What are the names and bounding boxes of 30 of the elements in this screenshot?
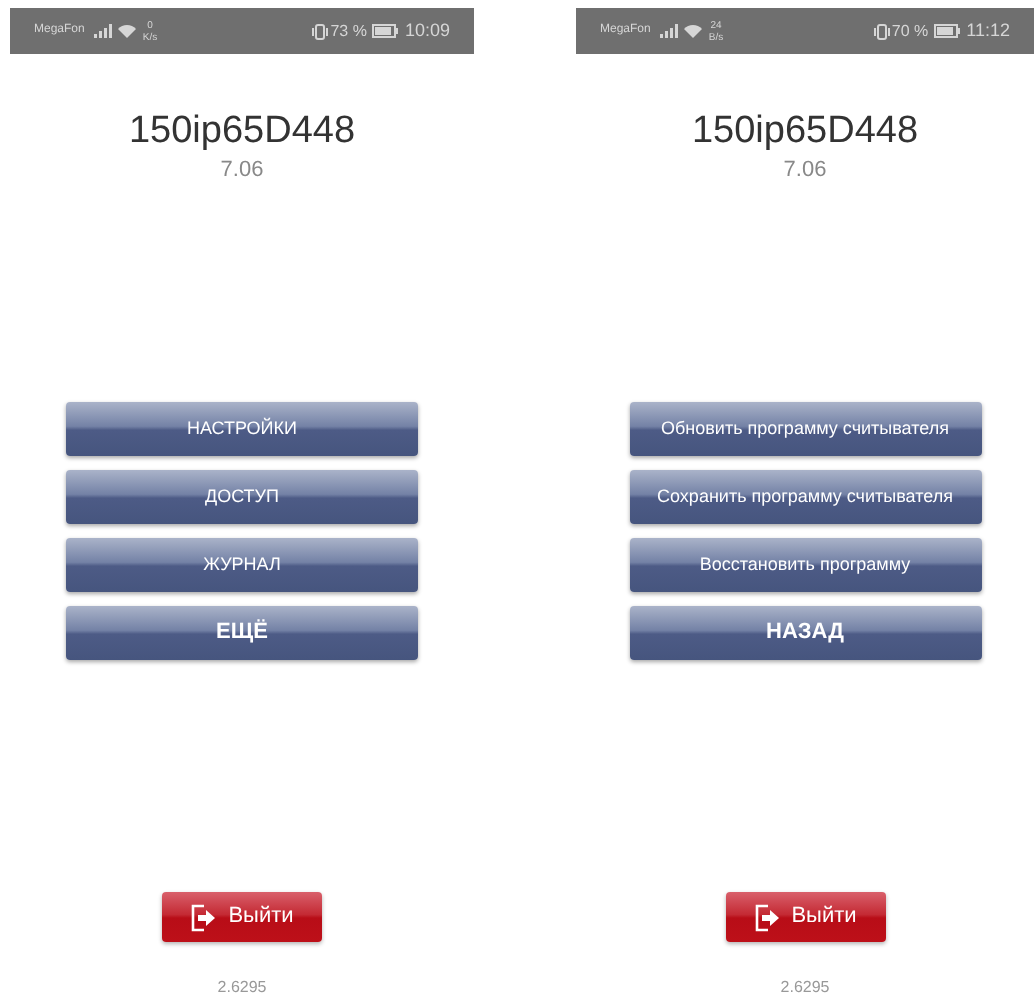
firmware-version: 7.06	[220, 156, 264, 184]
exit-door-icon	[753, 903, 780, 931]
signal-icon	[94, 24, 113, 38]
menu-button[interactable]: ЕЩЁ	[66, 606, 418, 660]
menu-button[interactable]: НАСТРОЙКИ	[66, 402, 418, 456]
firmware-version: 7.06	[783, 156, 827, 184]
exit-button[interactable]: Выйти	[725, 892, 885, 942]
vibrate-icon	[312, 23, 329, 39]
signal-icon	[660, 24, 679, 38]
menu-button[interactable]: ЖУРНАЛ	[66, 538, 418, 592]
menu-button[interactable]: НАЗАД	[629, 606, 981, 660]
menu-button[interactable]: Сохранить программу считывателя	[629, 470, 981, 524]
device-name: 150ip65D448	[128, 108, 356, 156]
vibrate-icon	[873, 23, 890, 39]
battery-percent: 70 %	[891, 19, 929, 43]
exit-door-icon	[190, 903, 217, 931]
clock-time: 10:09	[404, 17, 450, 44]
battery-icon	[934, 24, 961, 38]
menu-button[interactable]: Восстановить программу	[629, 538, 981, 592]
battery-icon	[372, 24, 399, 38]
battery-percent: 73 %	[330, 19, 367, 43]
menu-button[interactable]: ДОСТУП	[66, 470, 418, 524]
app-version: 2.6295	[780, 976, 830, 1000]
menu-button[interactable]: Обновить программу считывателя	[629, 402, 981, 456]
device-name: 150ip65D448	[691, 108, 919, 156]
app-version: 2.6295	[217, 976, 267, 1000]
exit-button[interactable]: Выйти	[162, 892, 322, 942]
wifi-icon	[684, 24, 703, 38]
clock-time: 11:12	[966, 17, 1010, 44]
wifi-icon	[118, 24, 137, 38]
